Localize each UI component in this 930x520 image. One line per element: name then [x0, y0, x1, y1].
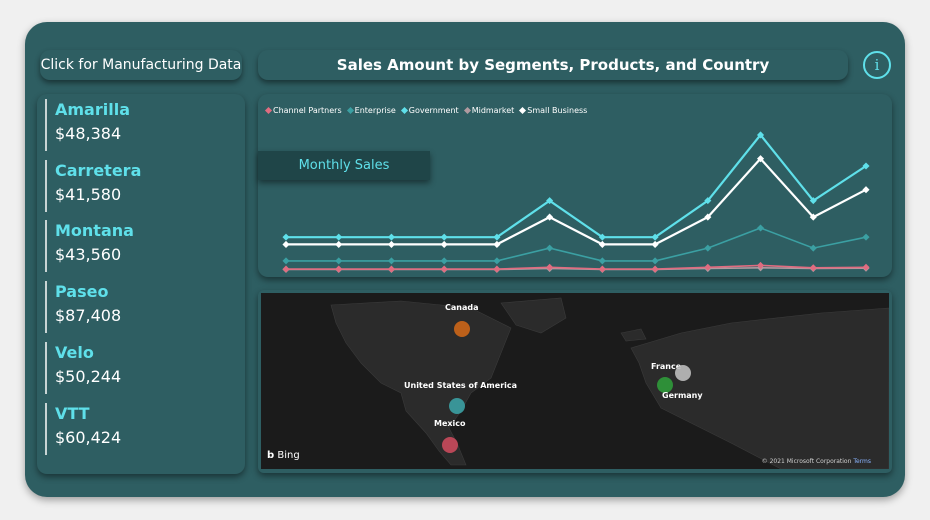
- kpi-vtt: VTT $60,424: [45, 403, 215, 455]
- data-point[interactable]: [862, 233, 870, 241]
- info-icon[interactable]: i: [863, 51, 891, 79]
- data-point[interactable]: [598, 257, 606, 265]
- iceland-shape: [620, 328, 647, 342]
- product-kpi-panel: Amarilla $48,384 Carretera $41,580 Monta…: [37, 94, 245, 474]
- map-land: [330, 297, 889, 469]
- map-bubble-france[interactable]: [675, 365, 691, 381]
- map-bubble-canada[interactable]: [454, 321, 470, 337]
- manufacturing-data-button[interactable]: Click for Manufacturing Data: [40, 50, 242, 80]
- kpi-name: Carretera: [55, 161, 142, 180]
- data-point[interactable]: [704, 244, 712, 252]
- page-title-text: Sales Amount by Segments, Products, and …: [336, 56, 770, 74]
- kpi-name: Montana: [55, 221, 134, 240]
- kpi-value: $41,580: [55, 185, 122, 204]
- monthly-sales-button[interactable]: Monthly Sales: [258, 151, 430, 180]
- data-point[interactable]: [335, 233, 343, 241]
- data-point[interactable]: [440, 265, 448, 273]
- map-bubble-mexico[interactable]: [442, 437, 458, 453]
- data-point[interactable]: [651, 265, 659, 273]
- country-map-panel: Canada United States of America Mexico F…: [258, 290, 892, 473]
- kpi-carretera: Carretera $41,580: [45, 160, 215, 212]
- data-point[interactable]: [546, 263, 554, 271]
- world-map[interactable]: Canada United States of America Mexico F…: [261, 293, 889, 469]
- kpi-value: $60,424: [55, 428, 122, 447]
- bing-logo: b Bing: [267, 450, 300, 461]
- data-point[interactable]: [493, 257, 501, 265]
- data-point[interactable]: [335, 257, 343, 265]
- map-label-canada: Canada: [445, 303, 479, 312]
- data-point[interactable]: [387, 265, 395, 273]
- kpi-value: $48,384: [55, 124, 122, 143]
- data-point[interactable]: [757, 224, 765, 232]
- data-point[interactable]: [335, 240, 343, 248]
- data-point[interactable]: [598, 265, 606, 273]
- kpi-name: Amarilla: [55, 100, 130, 119]
- data-point[interactable]: [440, 233, 448, 241]
- map-label-germany: Germany: [662, 391, 703, 400]
- kpi-paseo: Paseo $87,408: [45, 281, 215, 333]
- map-label-usa: United States of America: [404, 381, 518, 390]
- kpi-name: Paseo: [55, 282, 109, 301]
- data-point[interactable]: [440, 257, 448, 265]
- data-point[interactable]: [809, 264, 817, 272]
- data-point[interactable]: [387, 233, 395, 241]
- copyright-text: © 2021 Microsoft Corporation: [761, 458, 852, 465]
- kpi-name: VTT: [55, 404, 90, 423]
- data-point[interactable]: [704, 263, 712, 271]
- bing-icon: b: [267, 450, 275, 461]
- kpi-value: $43,560: [55, 245, 122, 264]
- map-bubble-usa[interactable]: [449, 398, 465, 414]
- data-point[interactable]: [546, 244, 554, 252]
- data-point[interactable]: [282, 265, 290, 273]
- data-point[interactable]: [335, 265, 343, 273]
- data-point[interactable]: [440, 240, 448, 248]
- data-point[interactable]: [862, 263, 870, 271]
- terms-link[interactable]: Terms: [853, 458, 871, 465]
- segment-line-chart: Channel Partners Enterprise Government M…: [258, 94, 892, 277]
- kpi-value: $50,244: [55, 367, 122, 386]
- data-point[interactable]: [387, 240, 395, 248]
- bing-label: Bing: [277, 450, 300, 461]
- data-point[interactable]: [387, 257, 395, 265]
- map-copyright: © 2021 Microsoft Corporation Terms: [762, 458, 871, 465]
- map-label-mexico: Mexico: [434, 419, 466, 428]
- kpi-montana: Montana $43,560: [45, 220, 215, 272]
- data-point[interactable]: [493, 265, 501, 273]
- line-chart-plot: [282, 131, 870, 273]
- data-point[interactable]: [651, 257, 659, 265]
- kpi-amarilla: Amarilla $48,384: [45, 99, 215, 151]
- data-point[interactable]: [282, 257, 290, 265]
- data-point[interactable]: [282, 240, 290, 248]
- kpi-value: $87,408: [55, 306, 122, 325]
- kpi-name: Velo: [55, 343, 94, 362]
- kpi-velo: Velo $50,244: [45, 342, 215, 394]
- data-point[interactable]: [809, 244, 817, 252]
- data-point[interactable]: [282, 233, 290, 241]
- page-title: Sales Amount by Segments, Products, and …: [258, 50, 848, 80]
